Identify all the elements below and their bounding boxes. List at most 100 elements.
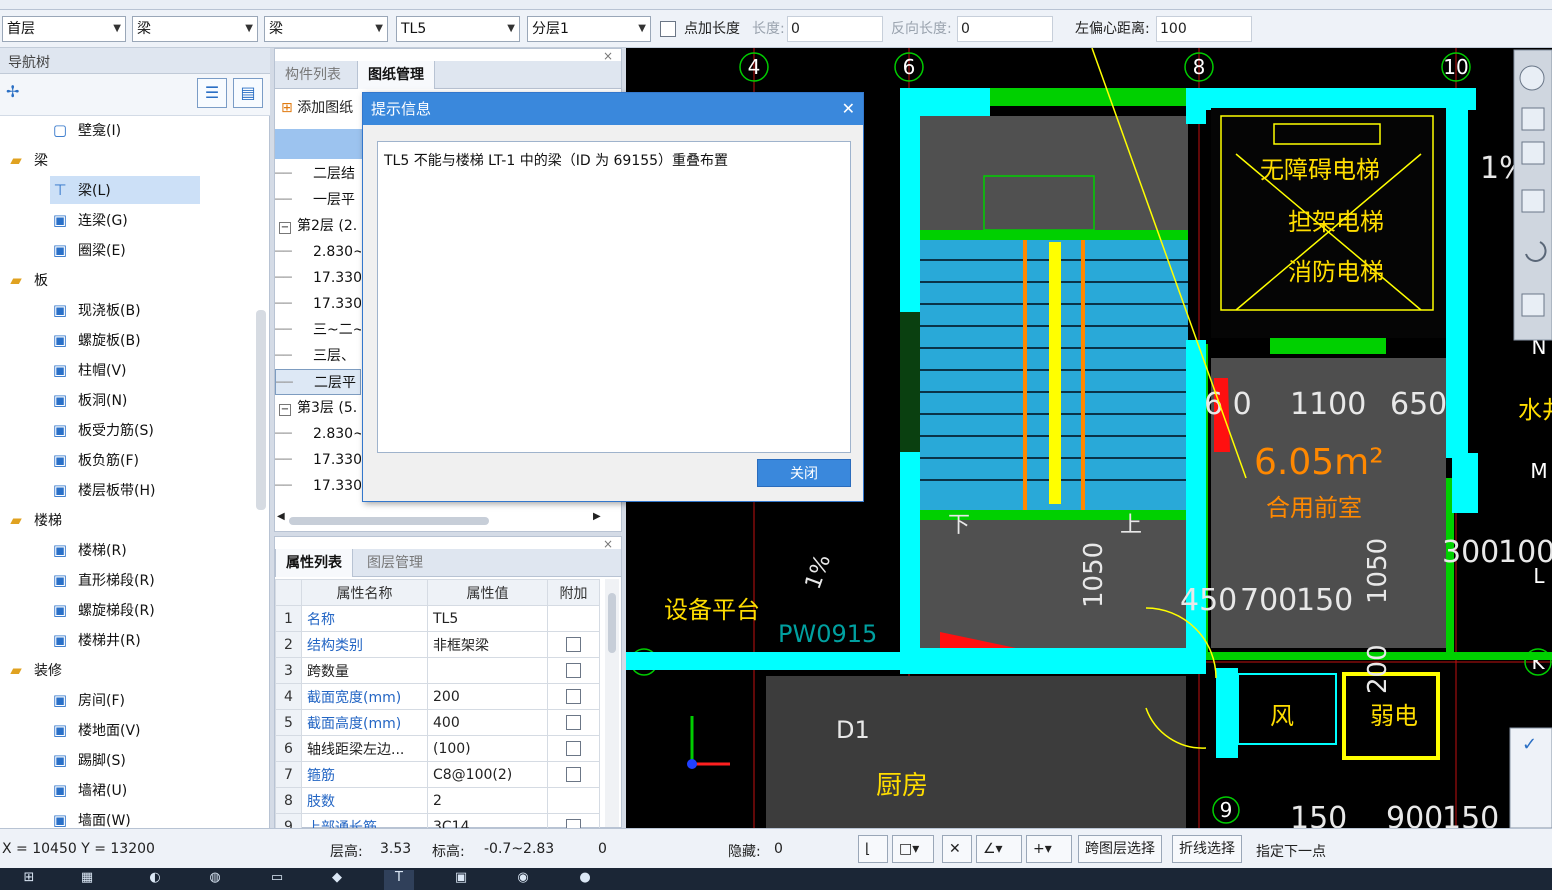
folder-icon[interactable]: ▭ (262, 870, 292, 890)
cross-layer-select-button[interactable]: 跨图层选择 (1078, 835, 1162, 863)
properties-scrollbar[interactable] (605, 579, 619, 827)
nav-item[interactable]: ▢ 壁龛(I) (50, 116, 121, 144)
angle-icon[interactable]: ∠▾ (976, 835, 1022, 863)
close-icon[interactable]: ✕ (842, 93, 855, 125)
nav-item[interactable]: ▣ 螺旋梯段(R) (50, 596, 155, 624)
tab-property-list[interactable]: 属性列表 (275, 549, 353, 577)
taskbar-app-icon[interactable]: ◆ (322, 870, 352, 890)
3d-view-icon[interactable] (1521, 107, 1545, 131)
nav-item[interactable]: ▣ 板负筋(F) (50, 446, 139, 474)
table-row[interactable]: 5 截面高度(mm) 400 (275, 709, 600, 736)
snap-icon[interactable]: □▾ (892, 835, 934, 863)
length-input[interactable]: 0 (787, 16, 883, 42)
drawing-row[interactable]: − 第3层 (5. (275, 395, 361, 421)
additional-checkbox[interactable] (566, 767, 581, 782)
type-select[interactable]: 梁 ▼ (264, 16, 388, 42)
list-view-icon[interactable]: ☰ (197, 78, 227, 108)
property-value[interactable]: 非框架梁 (427, 631, 548, 658)
polyline-select-button[interactable]: 折线选择 (1172, 835, 1242, 863)
scroll-thumb[interactable] (289, 517, 489, 525)
navigation-scrollbar[interactable] (256, 310, 266, 510)
check-icon[interactable]: ✓ (1522, 734, 1537, 755)
taskbar-app-icon[interactable]: T (384, 870, 414, 890)
drawing-row[interactable]: ── 17.330 (275, 473, 361, 499)
add-drawing-button[interactable]: ⊞ 添加图纸 (281, 97, 353, 117)
scroll-left-icon[interactable]: ◀ (277, 511, 285, 522)
drawing-row[interactable]: ── 17.330 (275, 447, 361, 473)
component-select[interactable]: TL5 ▼ (396, 16, 520, 42)
point-length-checkbox[interactable] (660, 21, 676, 37)
drawing-row[interactable]: ── 三层、 (275, 343, 361, 369)
additional-checkbox[interactable] (566, 715, 581, 730)
cross-icon[interactable]: ✕ (942, 835, 972, 863)
nav-item[interactable]: ▣ 螺旋板(B) (50, 326, 141, 354)
tab-layer-management[interactable]: 图层管理 (357, 549, 433, 577)
property-value[interactable]: 200 (427, 683, 548, 710)
floor-select[interactable]: 首层 ▼ (2, 16, 126, 42)
nav-item[interactable]: ▰ 装修 (6, 656, 62, 684)
nav-item[interactable]: ▣ 柱帽(V) (50, 356, 127, 384)
nav-item[interactable]: ▣ 现浇板(B) (50, 296, 141, 324)
nav-item[interactable]: ▰ 楼梯 (6, 506, 62, 534)
nav-item[interactable]: ▰ 梁 (6, 146, 48, 174)
drawing-row[interactable]: ── 一层平 (275, 187, 361, 213)
property-value[interactable]: C8@100(2) (427, 761, 548, 788)
nav-item[interactable]: ▣ 板受力筋(S) (50, 416, 154, 444)
ortho-icon[interactable]: ⌊ (858, 835, 888, 863)
tab-drawing-management[interactable]: 图纸管理 (357, 61, 435, 89)
drawing-row[interactable]: ── 17.330 (275, 291, 361, 317)
property-value[interactable]: 400 (427, 709, 548, 736)
additional-checkbox[interactable] (566, 741, 581, 756)
layer-select[interactable]: 分层1 ▼ (527, 16, 651, 42)
drawing-row[interactable]: ── 三~二~ (275, 317, 361, 343)
table-row[interactable]: 4 截面宽度(mm) 200 (275, 683, 600, 710)
category-select[interactable]: 梁 ▼ (132, 16, 258, 42)
tab-component-list[interactable]: 构件列表 (275, 61, 351, 89)
top-view-icon[interactable] (1521, 141, 1545, 165)
property-value[interactable]: TL5 (427, 605, 548, 632)
taskbar-app-icon[interactable]: ◐ (140, 870, 170, 890)
additional-checkbox[interactable] (566, 637, 581, 652)
nav-item[interactable]: ▣ 楼梯井(R) (50, 626, 141, 654)
table-row[interactable]: 1 名称 TL5 (275, 605, 600, 632)
horizontal-scrollbar[interactable]: ◀ ▶ (277, 511, 617, 527)
taskbar-app-icon[interactable]: ◉ (508, 870, 538, 890)
box-view-icon[interactable] (1521, 189, 1545, 213)
pin-icon[interactable]: ✢ (6, 82, 19, 101)
nav-item[interactable]: ▣ 楼层板带(H) (50, 476, 156, 504)
table-row[interactable]: 2 结构类别 非框架梁 (275, 631, 600, 658)
nav-item[interactable]: ▣ 圈梁(E) (50, 236, 126, 264)
property-value[interactable] (427, 657, 548, 684)
nav-item[interactable]: ▣ 房间(F) (50, 686, 125, 714)
drawing-row[interactable]: ── 二层平 (275, 369, 361, 395)
collapse-icon[interactable]: − (279, 404, 291, 416)
left-offset-input[interactable]: 100 (1156, 16, 1252, 42)
taskbar-app-icon[interactable]: ▣ (446, 870, 476, 890)
additional-checkbox[interactable] (566, 689, 581, 704)
orbit-icon[interactable] (1519, 65, 1545, 91)
nav-item[interactable]: ▣ 连梁(G) (50, 206, 128, 234)
reverse-length-input[interactable]: 0 (957, 16, 1053, 42)
offset-icon[interactable]: +▾ (1026, 835, 1072, 863)
scroll-thumb[interactable] (608, 593, 616, 653)
taskbar-app-icon[interactable]: ▦ (72, 870, 102, 890)
table-row[interactable]: 3 跨数量 (275, 657, 600, 684)
table-row[interactable]: 8 肢数 2 (275, 787, 600, 814)
nav-item[interactable]: ▰ 板 (6, 266, 48, 294)
browser-icon[interactable]: ◍ (200, 870, 230, 890)
drawing-row[interactable]: ── 2.830~ (275, 239, 361, 265)
nav-item[interactable]: ▣ 楼梯(R) (50, 536, 127, 564)
detail-view-icon[interactable]: ▤ (233, 78, 263, 108)
property-value[interactable]: (100) (427, 735, 548, 762)
property-value[interactable]: 2 (427, 787, 548, 814)
drawing-row[interactable]: ── 17.330 (275, 265, 361, 291)
taskbar-app-icon[interactable]: ● (570, 870, 600, 890)
nav-item[interactable]: ▣ 板洞(N) (50, 386, 128, 414)
additional-checkbox[interactable] (566, 663, 581, 678)
drawing-row[interactable]: ── 二层结 (275, 161, 361, 187)
dialog-close-button[interactable]: 关闭 (757, 459, 851, 487)
scroll-right-icon[interactable]: ▶ (593, 511, 601, 522)
drawing-row[interactable]: − 第2层 (2. (275, 213, 361, 239)
nav-item[interactable]: ▣ 墙裙(U) (50, 776, 127, 804)
nav-item[interactable]: ▣ 踢脚(S) (50, 746, 126, 774)
